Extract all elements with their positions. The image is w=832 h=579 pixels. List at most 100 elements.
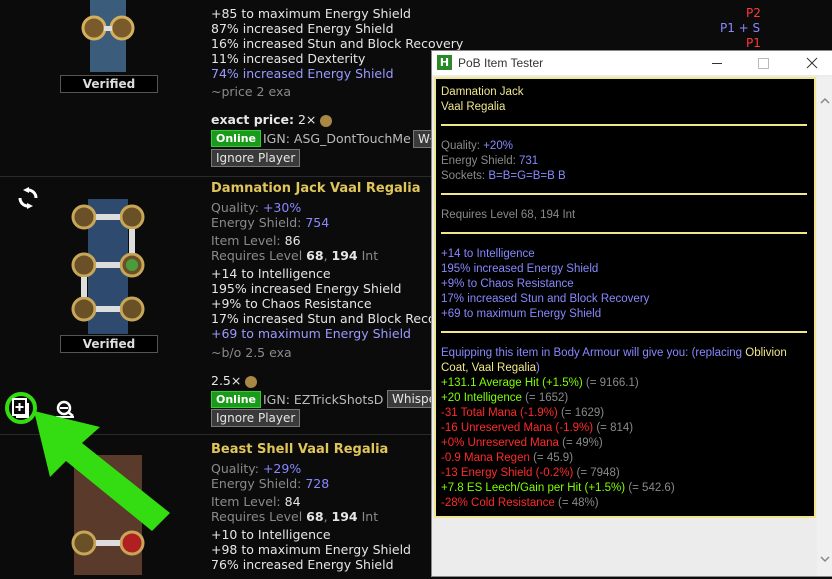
mod-line-crafted: 74% increased Energy Shield	[211, 66, 394, 81]
item-title: Beast Shell Vaal Regalia	[211, 442, 389, 457]
pob-equip-text: Equipping this item in Body Armour will …	[441, 347, 743, 359]
pob-sockets-value: B=B=G=B=B B	[488, 170, 566, 182]
pob-stat-value: -16 Unreserved Mana (-1.9%)	[441, 422, 594, 434]
mod-line: +14 to Intelligence	[211, 266, 331, 281]
requirements-line: Requires Level 68, 194 Int	[211, 248, 379, 263]
pob-stat-total: (= 49%)	[562, 437, 603, 449]
chevron-up-icon	[820, 97, 830, 104]
requires-int-label: Int	[361, 509, 379, 524]
pseudo-tag: P1	[746, 36, 761, 50]
pob-energy-shield: Energy Shield: 731	[441, 154, 538, 169]
mod-line: +10 to Intelligence	[211, 527, 331, 542]
pseudo-tag: P1 + S	[720, 21, 761, 35]
pob-mod-line: +69 to maximum Energy Shield	[441, 308, 602, 320]
pob-stat-value: +20 Intelligence	[441, 392, 522, 404]
item-level-line: Item Level: 86	[211, 233, 301, 248]
quality-line: Quality: +29%	[211, 461, 301, 476]
pob-quality-label: Quality:	[441, 140, 480, 152]
minimize-icon	[712, 63, 722, 64]
pob-quality-value: +20%	[483, 140, 513, 152]
ignore-player-button[interactable]: Ignore Player	[211, 409, 301, 427]
listing-1: Verified +85 to maximum Energy Shield 87…	[0, 0, 761, 177]
pob-stat-change: -13 Energy Shield (-0.2%) (= 7948)	[441, 466, 620, 481]
pob-stat-total: (= 48%)	[557, 497, 599, 509]
energy-shield-value: 728	[305, 476, 330, 491]
pob-stat-change: +7.8 ES Leech/Gain per Hit (+1.5%) (= 54…	[441, 481, 675, 496]
pob-requirements: Requires Level 68, 194 Int	[441, 209, 576, 221]
divider	[441, 331, 807, 333]
mod-line: 17% increased Stun and Block Reco	[211, 311, 436, 326]
pob-tooltip: Damnation Jack Vaal Regalia Quality: +20…	[434, 77, 816, 518]
pob-stat-total: (= 1629)	[560, 407, 605, 419]
pob-stat-change: +131.1 Average Hit (+1.5%) (= 9166.1)	[441, 376, 639, 391]
pob-quality: Quality: +20%	[441, 139, 513, 154]
energy-shield-value: 754	[305, 215, 330, 230]
close-button[interactable]	[794, 51, 830, 75]
pob-mod-line: +14 to Intelligence	[441, 248, 535, 260]
pob-equip-summary-2: Coat, Vaal Regalia)	[441, 361, 540, 376]
pob-stat-change: +0% Unreserved Mana (= 49%)	[441, 436, 603, 451]
price-value: 2.5×	[211, 373, 242, 388]
requires-int: 194	[331, 509, 358, 524]
divider	[441, 193, 807, 195]
online-status: Online	[211, 391, 262, 408]
requires-level: 68	[306, 248, 324, 263]
mod-line: 76% increased Energy Shield	[211, 557, 394, 572]
pob-app-icon: H	[437, 55, 452, 70]
pob-mod-line: 195% increased Energy Shield	[441, 263, 599, 275]
pob-sockets-label: Sockets:	[441, 170, 486, 182]
seller-ign[interactable]: IGN: EZTrickShotsD	[263, 392, 383, 407]
quality-value: +29%	[262, 461, 302, 476]
pob-stat-total: (= 45.9)	[533, 452, 574, 464]
mod-line: 87% increased Energy Shield	[211, 21, 394, 36]
pob-mod-line: 17% increased Stun and Block Recovery	[441, 293, 650, 305]
pob-stat-total: (= 1652)	[525, 392, 569, 404]
item-image[interactable]	[60, 0, 156, 72]
refresh-icon[interactable]	[17, 187, 39, 209]
item-level-label: Item Level:	[211, 494, 281, 509]
exact-price-value: 2×	[297, 112, 317, 127]
close-icon	[806, 57, 818, 69]
pob-stat-value: -31 Total Mana (-1.9%)	[441, 407, 558, 419]
mod-line: +85 to maximum Energy Shield	[211, 6, 411, 21]
pob-stat-total: (= 9166.1)	[585, 377, 639, 389]
pob-stat-change: +20 Intelligence (= 1652)	[441, 391, 568, 406]
requires-level: 68	[306, 509, 324, 524]
ignore-player-button[interactable]: Ignore Player	[211, 149, 301, 167]
mod-line: 16% increased Stun and Block Recovery	[211, 36, 464, 51]
online-status: Online	[211, 130, 262, 147]
minimize-button[interactable]	[702, 51, 732, 75]
energy-shield-label: Energy Shield:	[211, 215, 302, 230]
mod-line: +9% to Chaos Resistance	[211, 296, 372, 311]
divider	[441, 232, 807, 234]
energy-shield-label: Energy Shield:	[211, 476, 302, 491]
maximize-icon	[758, 58, 769, 69]
quality-value: +30%	[262, 200, 302, 215]
exalted-orb-icon	[320, 114, 333, 127]
energy-shield-line: Energy Shield: 754	[211, 215, 329, 230]
scrollbar[interactable]	[817, 77, 832, 576]
requires-int-label: Int	[361, 248, 379, 263]
pob-item-tester-window: H PoB Item Tester Damnation Jack Vaal Re…	[431, 50, 832, 577]
quality-line: Quality: +30%	[211, 200, 301, 215]
pob-paren: )	[536, 362, 540, 374]
requires-label: Requires Level	[211, 248, 303, 263]
item-level-value: 86	[284, 233, 301, 248]
exalted-orb-icon	[245, 375, 258, 388]
pob-stat-change: -31 Total Mana (-1.9%) (= 1629)	[441, 406, 604, 421]
pob-energy-shield-label: Energy Shield:	[441, 155, 516, 167]
maximize-button[interactable]	[748, 51, 778, 75]
item-image[interactable]	[60, 199, 156, 334]
pob-replaced-item-cont: Coat, Vaal Regalia	[441, 362, 537, 374]
whisper-button[interactable]: Whispe	[387, 390, 437, 408]
pob-stat-total: (= 542.6)	[628, 482, 675, 494]
pob-stat-change: -0.9 Mana Regen (= 45.9)	[441, 451, 573, 466]
window-titlebar[interactable]: H PoB Item Tester	[432, 51, 832, 75]
pob-stat-value: -0.9 Mana Regen	[441, 452, 530, 464]
pob-stat-value: +131.1 Average Hit (+1.5%)	[441, 377, 583, 389]
seller-ign[interactable]: IGN: ASG_DontTouchMe	[263, 131, 411, 146]
pseudo-tag: P2	[746, 6, 761, 20]
pob-equip-summary: Equipping this item in Body Armour will …	[441, 346, 787, 361]
pob-stat-value: -28% Cold Resistance	[441, 497, 555, 509]
pob-energy-shield-value: 731	[519, 155, 539, 167]
